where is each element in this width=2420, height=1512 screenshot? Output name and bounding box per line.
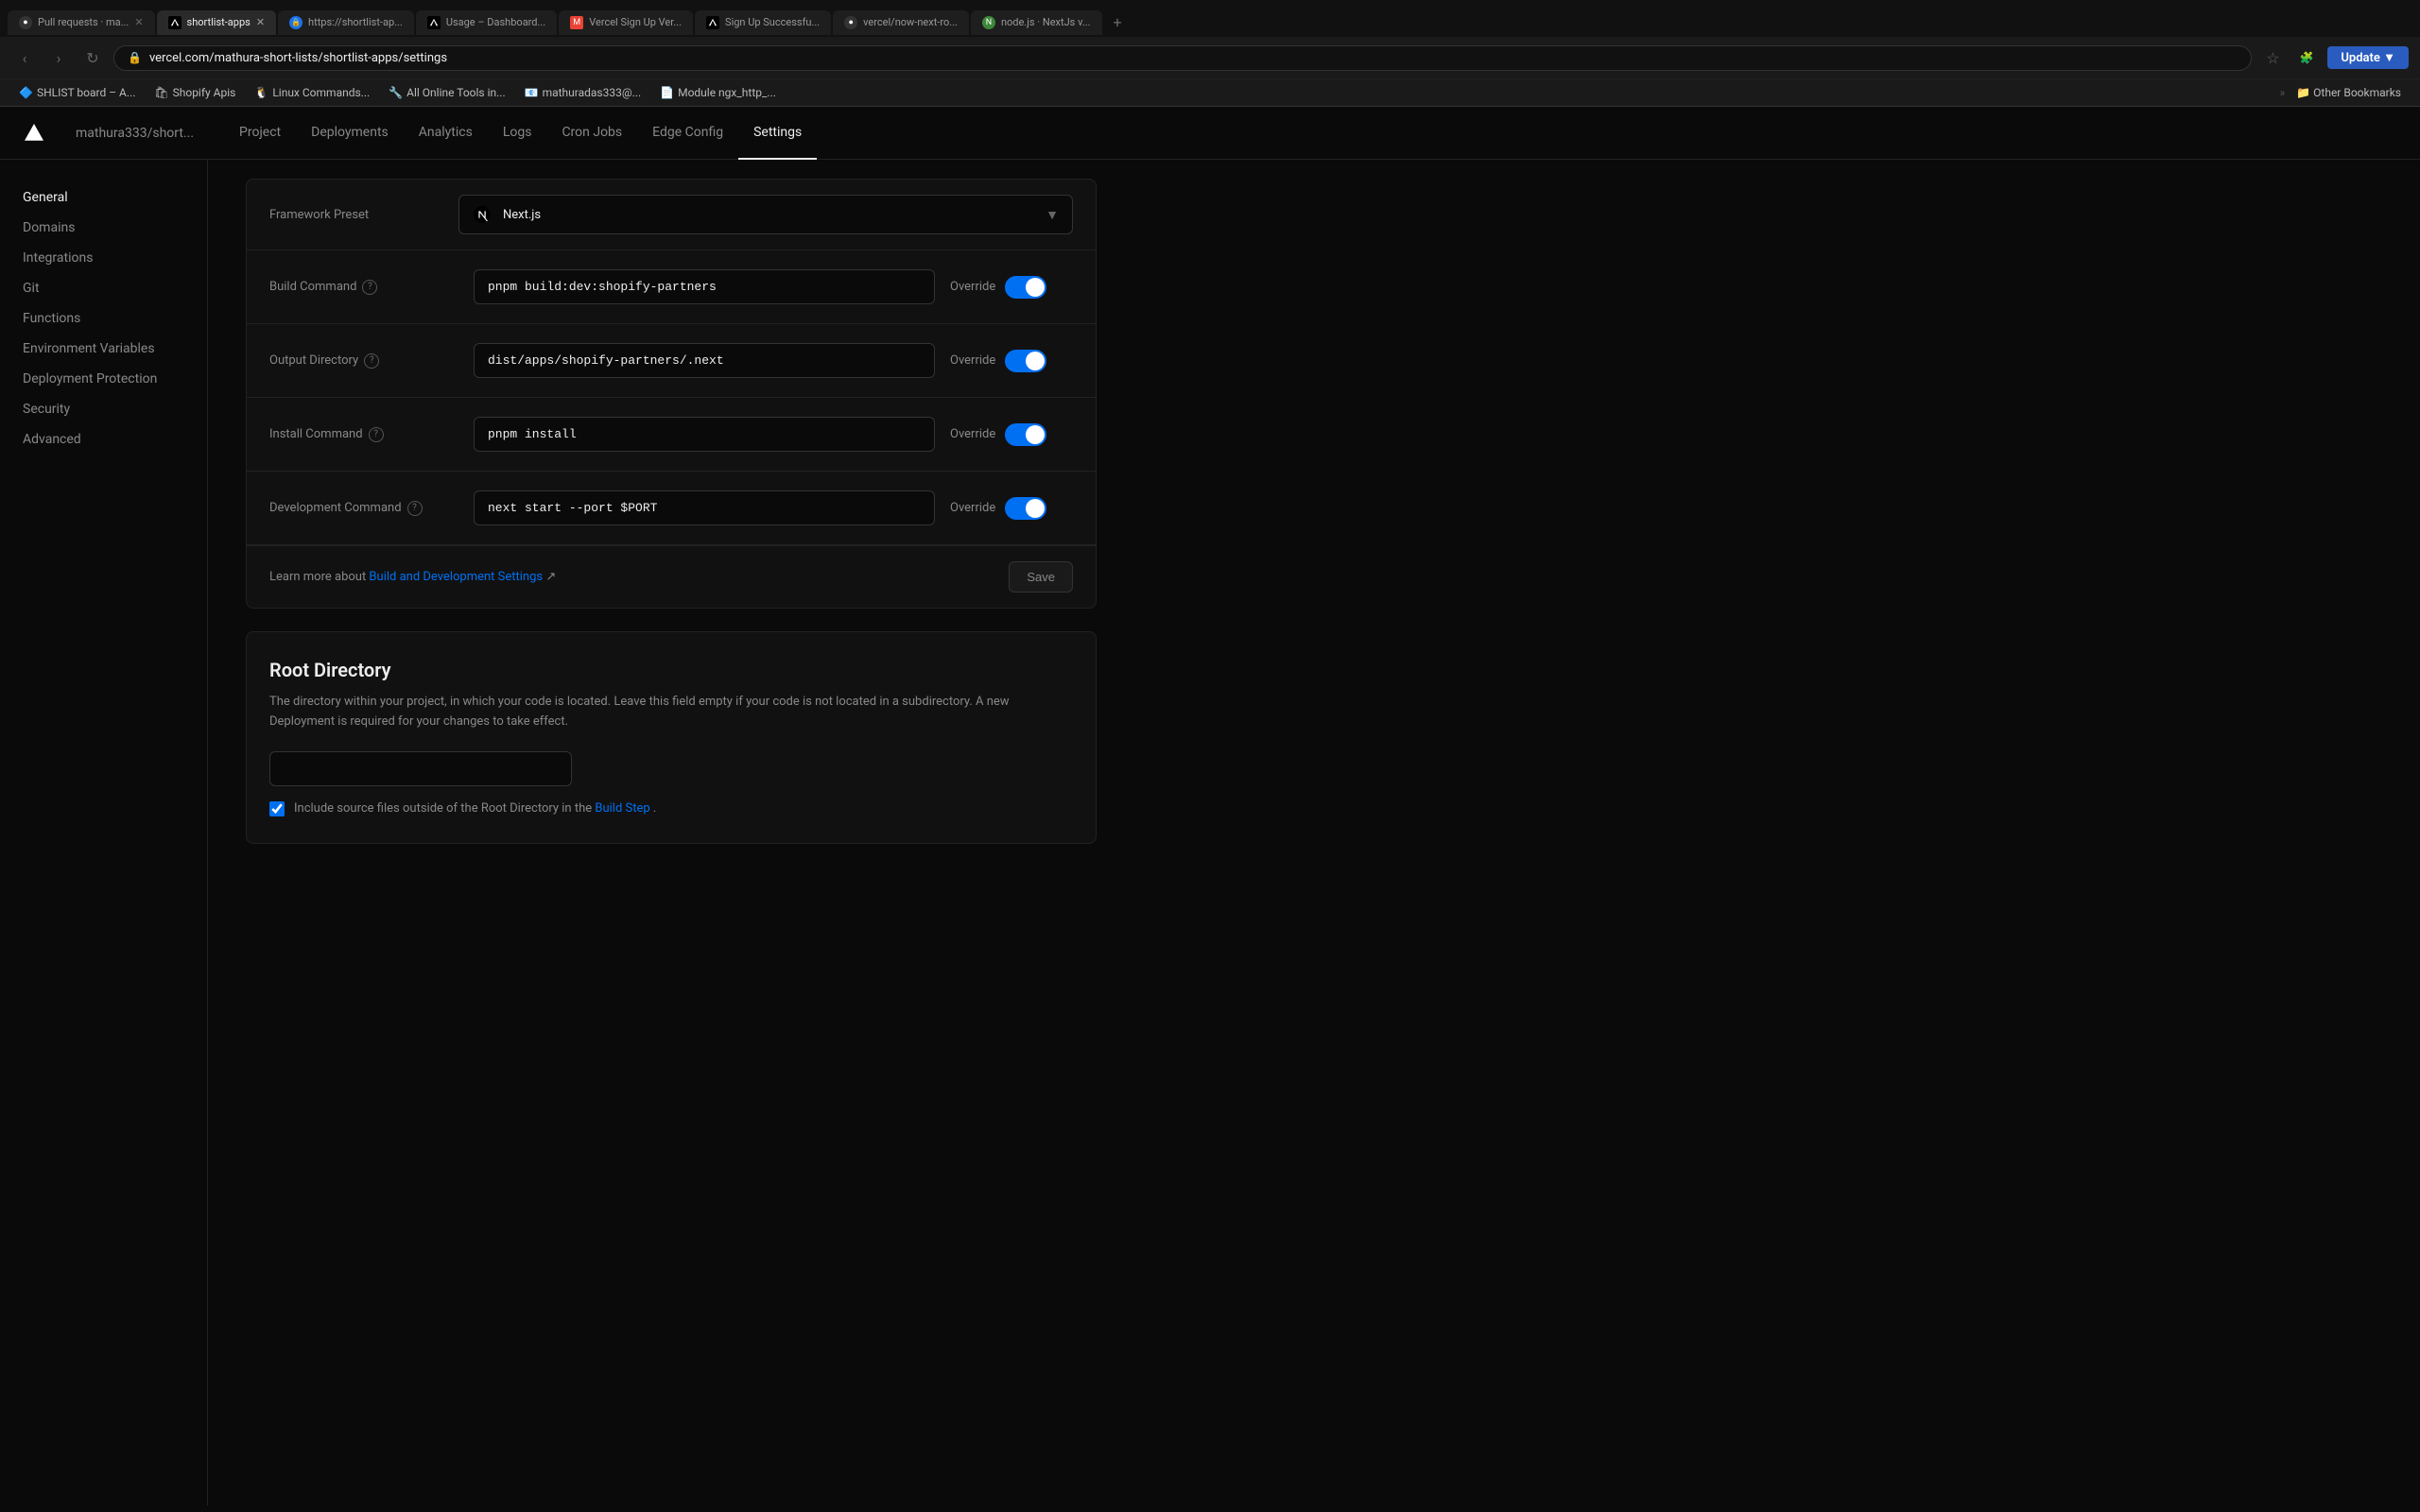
- bookmark-shopify[interactable]: 🛍Shopify Apis: [147, 83, 243, 102]
- output-directory-help-icon[interactable]: ?: [364, 353, 379, 369]
- browser-tab-6[interactable]: Sign Up Successfu...: [695, 10, 831, 35]
- sidebar-item-deployment-protection[interactable]: Deployment Protection: [0, 364, 207, 394]
- nav-analytics[interactable]: Analytics: [404, 107, 488, 160]
- development-command-row: Development Command ? Override: [247, 472, 1096, 545]
- nav-settings[interactable]: Settings: [738, 107, 817, 160]
- browser-tab-7[interactable]: ● vercel/now-next-ro...: [833, 10, 969, 35]
- bookmark-button[interactable]: ☆: [2259, 44, 2286, 71]
- root-directory-input[interactable]: [269, 751, 572, 786]
- build-settings-link[interactable]: Build and Development Settings: [369, 570, 543, 584]
- checkbox-row: Include source files outside of the Root…: [269, 801, 1073, 816]
- forward-button[interactable]: ›: [45, 44, 72, 71]
- new-tab-button[interactable]: +: [1104, 8, 1132, 37]
- install-command-help-icon[interactable]: ?: [369, 427, 384, 442]
- bookmark-other[interactable]: 📁 Other Bookmarks: [2289, 83, 2409, 102]
- bookmark-mathura[interactable]: 📧mathuradas333@...: [517, 83, 649, 102]
- nav-project[interactable]: Project: [224, 107, 296, 160]
- tab-close-2[interactable]: ✕: [256, 16, 265, 28]
- update-button[interactable]: Update ▼: [2327, 46, 2409, 69]
- framework-name: Next.js: [503, 208, 541, 222]
- bookmark-tools[interactable]: 🔧All Online Tools in...: [381, 83, 512, 102]
- sidebar-item-domains[interactable]: Domains: [0, 213, 207, 243]
- main-layout: General Domains Integrations Git Functio…: [0, 160, 2420, 1505]
- sidebar-item-environment-variables[interactable]: Environment Variables: [0, 334, 207, 364]
- browser-tab-5[interactable]: M Vercel Sign Up Ver...: [559, 10, 693, 35]
- extensions-button[interactable]: 🧩: [2293, 44, 2320, 71]
- build-command-override: Override: [950, 276, 1073, 299]
- project-breadcrumb: mathura333/short...: [76, 126, 194, 141]
- sidebar-item-integrations[interactable]: Integrations: [0, 243, 207, 273]
- lock-icon: 🔒: [128, 51, 142, 64]
- bookmark-module[interactable]: 📄Module ngx_http_...: [652, 83, 784, 102]
- browser-tab-4[interactable]: Usage – Dashboard...: [416, 10, 557, 35]
- address-bar[interactable]: 🔒 vercel.com/mathura-short-lists/shortli…: [113, 45, 2252, 71]
- bookmarks-bar: 🔷SHLIST board – A... 🛍Shopify Apis 🐧Linu…: [0, 78, 2420, 106]
- build-command-label: Build Command ?: [269, 280, 458, 295]
- output-directory-input[interactable]: [474, 343, 935, 378]
- development-command-toggle[interactable]: [1005, 497, 1046, 520]
- app-header: mathura333/short... Project Deployments …: [0, 107, 2420, 160]
- output-directory-override: Override: [950, 350, 1073, 372]
- project-name[interactable]: mathura333/short...: [76, 126, 194, 141]
- root-directory-title: Root Directory: [269, 659, 1073, 681]
- install-command-input[interactable]: [474, 417, 935, 452]
- framework-row: Framework Preset Next.js ▼: [247, 180, 1096, 250]
- root-directory-description: The directory within your project, in wh…: [269, 693, 1073, 732]
- development-command-label: Development Command ?: [269, 501, 458, 516]
- sidebar-item-git[interactable]: Git: [0, 273, 207, 303]
- nav-deployments[interactable]: Deployments: [296, 107, 404, 160]
- app-header-nav: Project Deployments Analytics Logs Cron …: [224, 107, 817, 160]
- bookmark-linux[interactable]: 🐧Linux Commands...: [247, 83, 377, 102]
- tab-close-1[interactable]: ✕: [134, 16, 143, 28]
- development-command-override: Override: [950, 497, 1073, 520]
- browser-tab-2[interactable]: shortlist-apps ✕: [157, 10, 277, 35]
- install-command-label: Install Command ?: [269, 427, 458, 442]
- sidebar-item-advanced[interactable]: Advanced: [0, 424, 207, 455]
- browser-chrome: ● Pull requests · ma... ✕ shortlist-apps…: [0, 0, 2420, 107]
- browser-tab-1[interactable]: ● Pull requests · ma... ✕: [8, 10, 155, 35]
- chevron-down-icon: ▼: [1046, 207, 1059, 223]
- browser-nav: ‹ › ↻ 🔒 vercel.com/mathura-short-lists/s…: [0, 37, 2420, 78]
- checkbox-label: Include source files outside of the Root…: [294, 801, 656, 816]
- framework-selector[interactable]: Next.js ▼: [458, 195, 1073, 234]
- output-directory-row: Output Directory ? Override: [247, 324, 1096, 398]
- sidebar-item-general[interactable]: General: [0, 182, 207, 213]
- root-directory-section: Root Directory The directory within your…: [246, 631, 1097, 844]
- build-settings-card: Framework Preset Next.js ▼ Build Command…: [246, 179, 1097, 609]
- reload-button[interactable]: ↻: [79, 44, 106, 71]
- development-command-input[interactable]: [474, 490, 935, 525]
- back-button[interactable]: ‹: [11, 44, 38, 71]
- install-command-toggle[interactable]: [1005, 423, 1046, 446]
- nav-logs[interactable]: Logs: [488, 107, 547, 160]
- build-command-toggle[interactable]: [1005, 276, 1046, 299]
- learn-more-text: Learn more about Build and Development S…: [269, 570, 556, 584]
- build-command-row: Build Command ? Override: [247, 250, 1096, 324]
- vercel-logo[interactable]: [23, 122, 45, 145]
- build-step-link[interactable]: Build Step: [595, 801, 649, 816]
- sidebar: General Domains Integrations Git Functio…: [0, 160, 208, 1505]
- nextjs-icon: [473, 205, 492, 224]
- nav-cron-jobs[interactable]: Cron Jobs: [546, 107, 637, 160]
- install-command-row: Install Command ? Override: [247, 398, 1096, 472]
- output-directory-toggle[interactable]: [1005, 350, 1046, 372]
- build-step-checkbox[interactable]: [269, 801, 285, 816]
- bookmark-shlist[interactable]: 🔷SHLIST board – A...: [11, 83, 143, 102]
- nav-edge-config[interactable]: Edge Config: [637, 107, 738, 160]
- browser-tab-3[interactable]: 🔒 https://shortlist-ap...: [278, 10, 414, 35]
- browser-tabs: ● Pull requests · ma... ✕ shortlist-apps…: [0, 0, 2420, 37]
- build-settings-save-button[interactable]: Save: [1009, 561, 1073, 593]
- build-command-help-icon[interactable]: ?: [362, 280, 377, 295]
- build-command-input[interactable]: [474, 269, 935, 304]
- sidebar-item-functions[interactable]: Functions: [0, 303, 207, 334]
- install-command-override: Override: [950, 423, 1073, 446]
- development-command-help-icon[interactable]: ?: [407, 501, 423, 516]
- framework-label: Framework Preset: [269, 208, 458, 222]
- browser-tab-8[interactable]: N node.js · NextJs v...: [971, 10, 1102, 35]
- build-settings-footer: Learn more about Build and Development S…: [247, 545, 1096, 608]
- output-directory-label: Output Directory ?: [269, 353, 458, 369]
- sidebar-item-security[interactable]: Security: [0, 394, 207, 424]
- content-area: Framework Preset Next.js ▼ Build Command…: [208, 160, 1134, 1505]
